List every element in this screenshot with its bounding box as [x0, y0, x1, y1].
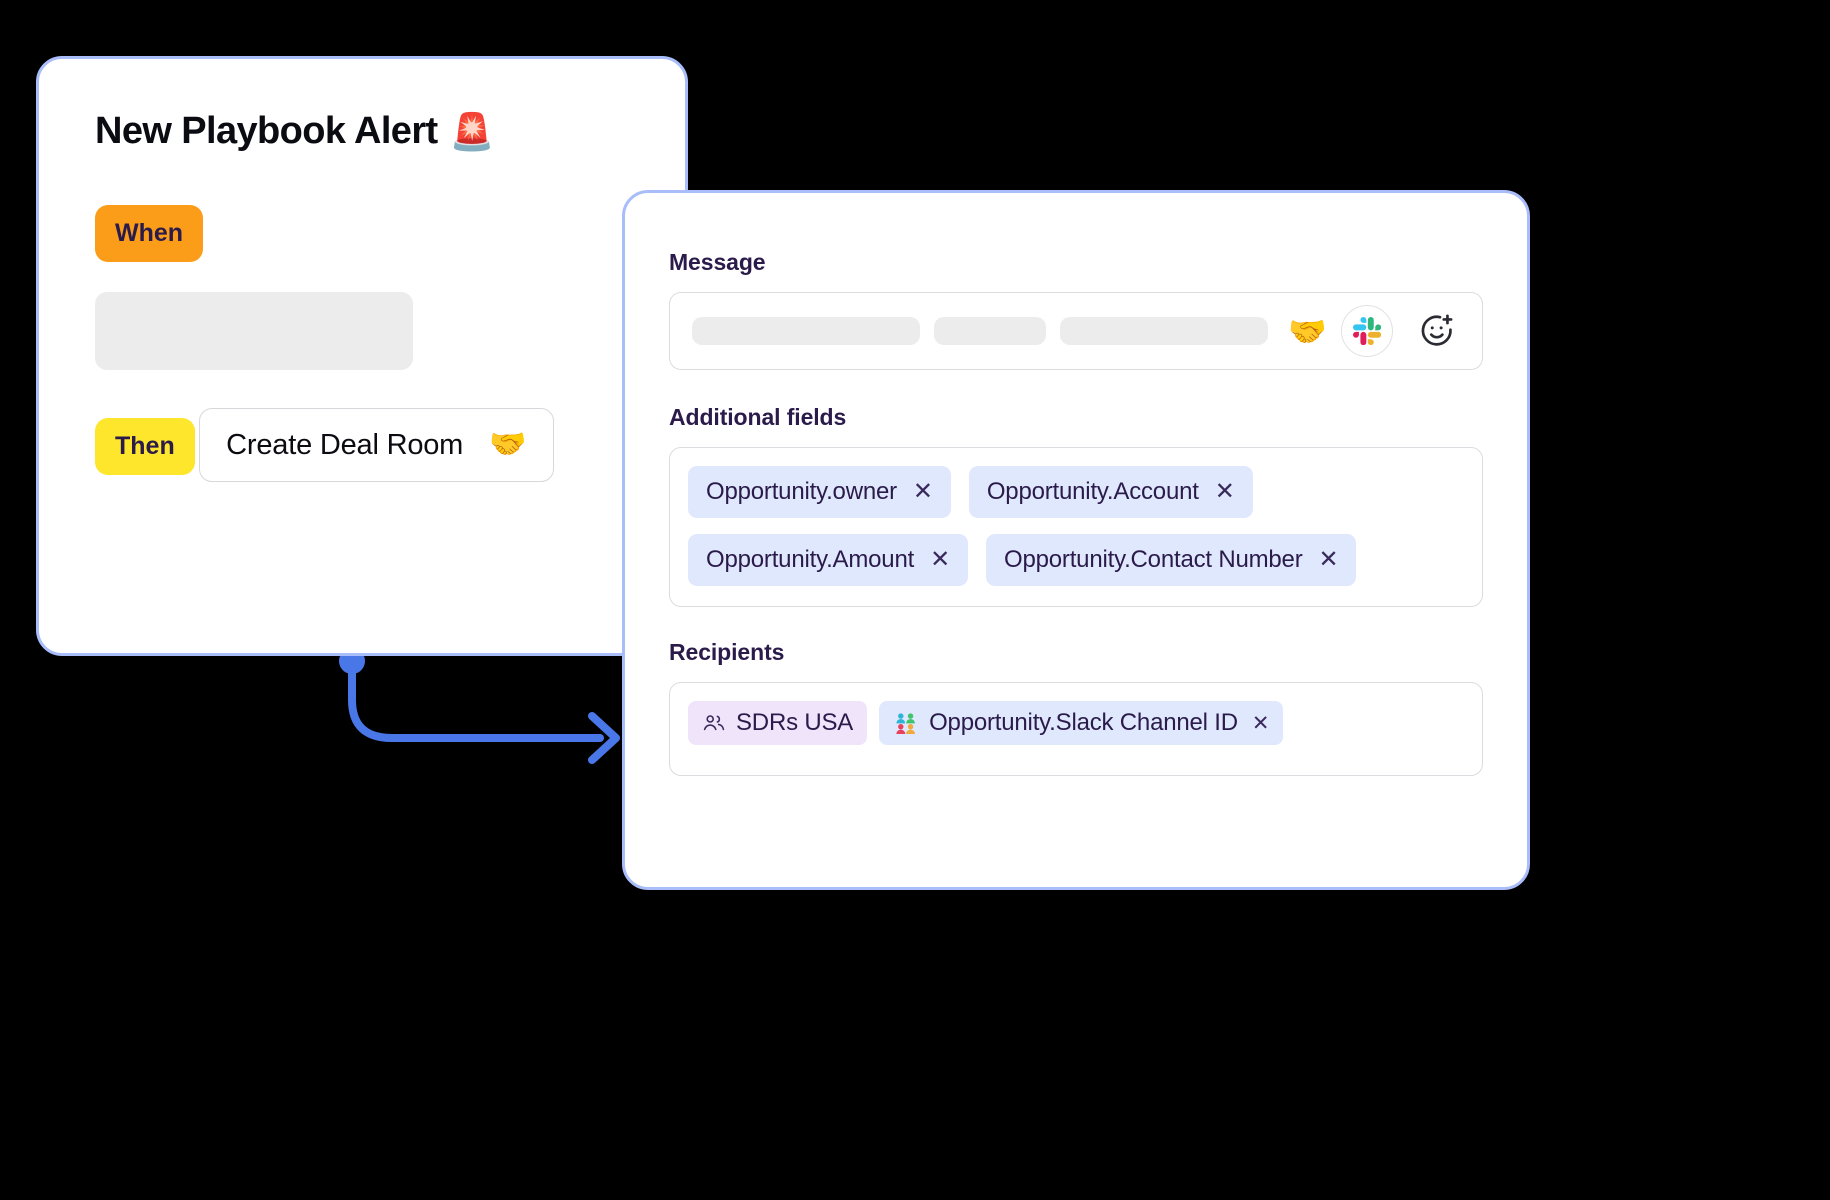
- message-composer[interactable]: 🤝: [669, 292, 1483, 370]
- remove-tag-icon[interactable]: ✕: [1252, 711, 1270, 736]
- remove-tag-icon[interactable]: ✕: [1319, 548, 1339, 572]
- recipients-label: Recipients: [669, 639, 785, 665]
- field-tag[interactable]: Opportunity.owner ✕: [688, 466, 951, 518]
- recipient-tag[interactable]: Opportunity.Slack Channel ID ✕: [879, 701, 1284, 745]
- handshake-emoji: 🤝: [489, 428, 527, 462]
- message-label: Message: [669, 249, 766, 275]
- handshake-emoji: 🤝: [1288, 313, 1327, 349]
- field-tag-label: Opportunity.owner: [706, 478, 897, 505]
- slack-logo-icon[interactable]: [1340, 305, 1393, 357]
- field-tag-label: Opportunity.Account: [986, 478, 1199, 505]
- page-title: New Playbook Alert 🚨: [95, 110, 629, 153]
- additional-fields-section: Additional fields Opportunity.owner ✕ Op…: [669, 404, 1483, 607]
- message-skeleton-line-1: [692, 317, 920, 345]
- remove-tag-icon[interactable]: ✕: [930, 548, 950, 572]
- when-pill: When: [95, 204, 204, 262]
- field-tag-label: Opportunity.Contact Number: [1004, 546, 1303, 573]
- field-tag[interactable]: Opportunity.Contact Number ✕: [986, 534, 1357, 586]
- add-emoji-icon[interactable]: [1414, 308, 1460, 354]
- remove-tag-icon[interactable]: ✕: [913, 480, 933, 504]
- recipients-section: Recipients SDRs USA Opportunity.Slack Ch…: [669, 639, 1483, 776]
- create-deal-room-button[interactable]: Create Deal Room 🤝: [199, 408, 554, 483]
- message-skeleton-line-3: [1060, 317, 1268, 345]
- connector-arrowhead-icon: [588, 712, 620, 764]
- rotating-light-emoji: 🚨: [449, 110, 495, 152]
- recipients-box[interactable]: SDRs USA Opportunity.Slack Channel ID ✕: [669, 682, 1483, 776]
- connector-path: [348, 664, 604, 742]
- when-trigger-placeholder[interactable]: [95, 291, 413, 370]
- screenshot-canvas: New Playbook Alert 🚨 When Then Create De…: [0, 0, 1830, 1200]
- field-tag-label: Opportunity.Amount: [706, 546, 915, 573]
- message-section: Message 🤝: [669, 249, 1483, 370]
- create-deal-room-label: Create Deal Room: [226, 428, 464, 461]
- recipient-tag-label: Opportunity.Slack Channel ID: [929, 709, 1238, 736]
- additional-fields-label: Additional fields: [669, 404, 847, 430]
- then-pill: Then: [95, 417, 195, 475]
- people-group-icon: [702, 711, 726, 735]
- playbook-card: New Playbook Alert 🚨 When Then Create De…: [36, 56, 688, 656]
- message-skeleton-line-2: [934, 317, 1046, 345]
- remove-tag-icon[interactable]: ✕: [1215, 480, 1235, 504]
- busts-in-silhouette-emoji: [893, 710, 919, 736]
- field-tag[interactable]: Opportunity.Amount ✕: [688, 534, 968, 586]
- recipient-tag-label: SDRs USA: [736, 709, 854, 736]
- playbook-title-text: New Playbook Alert: [95, 110, 438, 152]
- field-tag[interactable]: Opportunity.Account ✕: [968, 466, 1253, 518]
- recipient-tag[interactable]: SDRs USA: [688, 701, 868, 745]
- alert-config-card: Message 🤝 Additional fields Opportunity.…: [622, 190, 1530, 890]
- additional-fields-box[interactable]: Opportunity.owner ✕ Opportunity.Account …: [669, 447, 1483, 607]
